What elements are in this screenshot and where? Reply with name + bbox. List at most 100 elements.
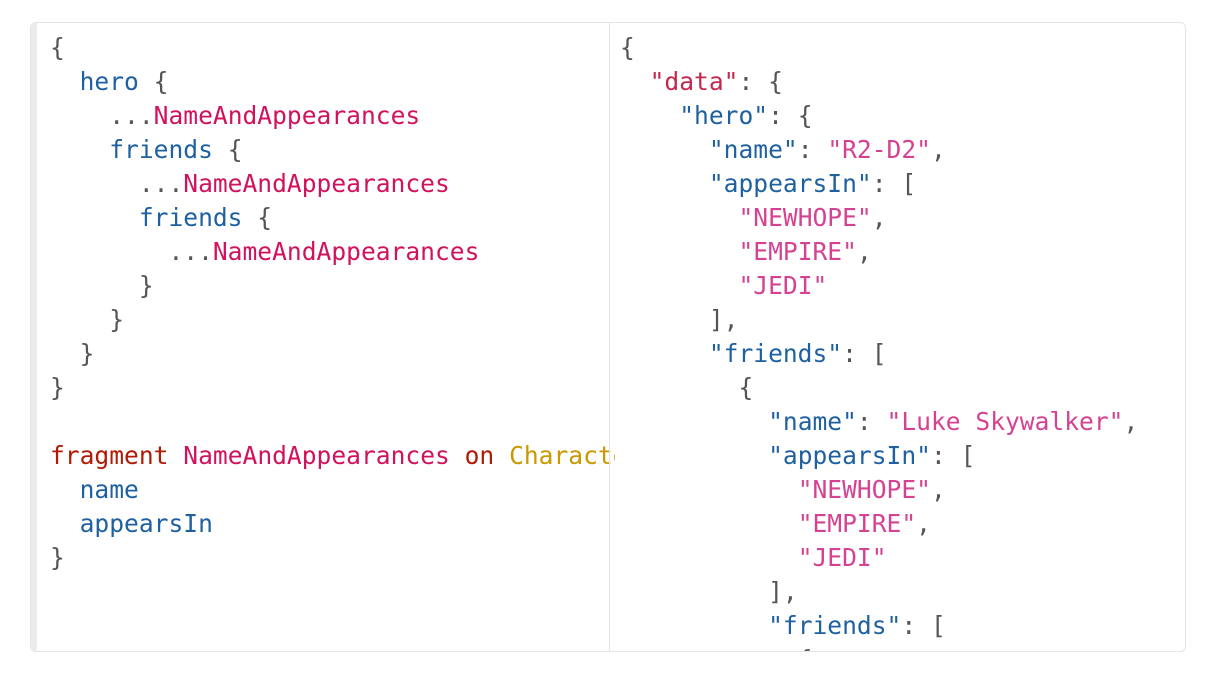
code-token: : { (768, 101, 813, 130)
code-token: "name" (708, 135, 798, 164)
query-editor[interactable]: { hero { ...NameAndAppearances friends {… (31, 23, 615, 651)
query-line: } (50, 303, 615, 337)
result-line: { (620, 643, 1138, 651)
code-token: "NEWHOPE" (738, 203, 872, 232)
code-token: { (620, 645, 813, 651)
code-token: , (930, 135, 946, 164)
code-token: "NEWHOPE" (797, 475, 931, 504)
code-token: } (50, 373, 65, 402)
graphiql-example-frame: { hero { ...NameAndAppearances friends {… (30, 22, 1186, 652)
query-line: } (50, 337, 615, 371)
query-line: friends { (50, 133, 615, 167)
query-line: ...NameAndAppearances (50, 99, 615, 133)
code-token: hero (79, 67, 139, 96)
query-line: fragment NameAndAppearances on Character… (50, 439, 615, 473)
result-line: "friends": [ (620, 609, 1138, 643)
query-line: { (50, 31, 615, 65)
query-code[interactable]: { hero { ...NameAndAppearances friends {… (50, 31, 615, 575)
result-line: { (620, 31, 1138, 65)
result-line: ], (620, 575, 1138, 609)
code-token: "appearsIn" (708, 169, 872, 198)
code-token: : (856, 407, 887, 436)
result-line: "JEDI" (620, 541, 1138, 575)
result-line: "JEDI" (620, 269, 1138, 303)
code-token: } (50, 271, 154, 300)
code-token: name (79, 475, 139, 504)
code-token: { (620, 373, 754, 402)
code-token: ], (620, 577, 798, 606)
query-line: name (50, 473, 615, 507)
query-line: } (50, 269, 615, 303)
code-token: NameAndAppearances (183, 441, 450, 470)
result-viewer[interactable]: { "data": { "hero": { "name": "R2-D2", "… (609, 23, 1185, 651)
code-token: : [ (901, 611, 946, 640)
result-line: "name": "R2-D2", (620, 133, 1138, 167)
result-line: ], (620, 303, 1138, 337)
code-token: , (916, 509, 931, 538)
code-token: "Luke Skywalker" (886, 407, 1124, 436)
code-token: "appearsIn" (768, 441, 931, 470)
code-token: : [ (871, 169, 917, 198)
result-line: "EMPIRE", (620, 507, 1138, 541)
code-token: ], (620, 305, 739, 334)
result-line: "NEWHOPE", (620, 201, 1138, 235)
code-token: { (212, 135, 243, 164)
code-token: : [ (930, 441, 976, 470)
code-token: "friends" (708, 339, 843, 368)
result-line: "friends": [ (620, 337, 1138, 371)
code-token: "JEDI" (797, 543, 887, 572)
code-token: "EMPIRE" (797, 509, 917, 538)
code-token: , (1123, 407, 1139, 436)
query-line: friends { (50, 201, 615, 235)
code-token: ... (50, 237, 213, 266)
code-token: ... (50, 169, 184, 198)
code-token: , (856, 237, 872, 266)
query-line: ...NameAndAppearances (50, 235, 615, 269)
code-token: "JEDI" (738, 271, 828, 300)
code-token: "hero" (679, 101, 769, 130)
result-line: "NEWHOPE", (620, 473, 1138, 507)
result-code: { "data": { "hero": { "name": "R2-D2", "… (620, 31, 1138, 651)
code-token: : [ (842, 339, 887, 368)
result-line: "data": { (620, 65, 1138, 99)
code-token: "R2-D2" (827, 135, 931, 164)
query-line: } (50, 371, 615, 405)
code-token: NameAndAppearances (212, 237, 480, 266)
code-token: , (871, 203, 887, 232)
code-token: friends (109, 135, 213, 164)
code-token: "data" (649, 67, 739, 96)
code-token: "name" (768, 407, 857, 436)
code-token: appearsIn (79, 509, 213, 538)
result-line: "name": "Luke Skywalker", (620, 405, 1138, 439)
code-token: { (50, 33, 65, 62)
code-token: ... (50, 101, 154, 130)
code-token: { (242, 203, 273, 232)
code-token: Character (509, 441, 615, 470)
result-line: "appearsIn": [ (620, 167, 1138, 201)
code-token: , (930, 475, 946, 504)
code-token: on (464, 441, 495, 470)
code-token: friends (138, 203, 243, 232)
code-token: } (50, 305, 125, 334)
query-line: ...NameAndAppearances (50, 167, 615, 201)
query-line: hero { (50, 65, 615, 99)
query-line: } (50, 541, 615, 575)
code-token: : { (738, 67, 783, 96)
code-token: "friends" (768, 611, 902, 640)
query-line: appearsIn (50, 507, 615, 541)
